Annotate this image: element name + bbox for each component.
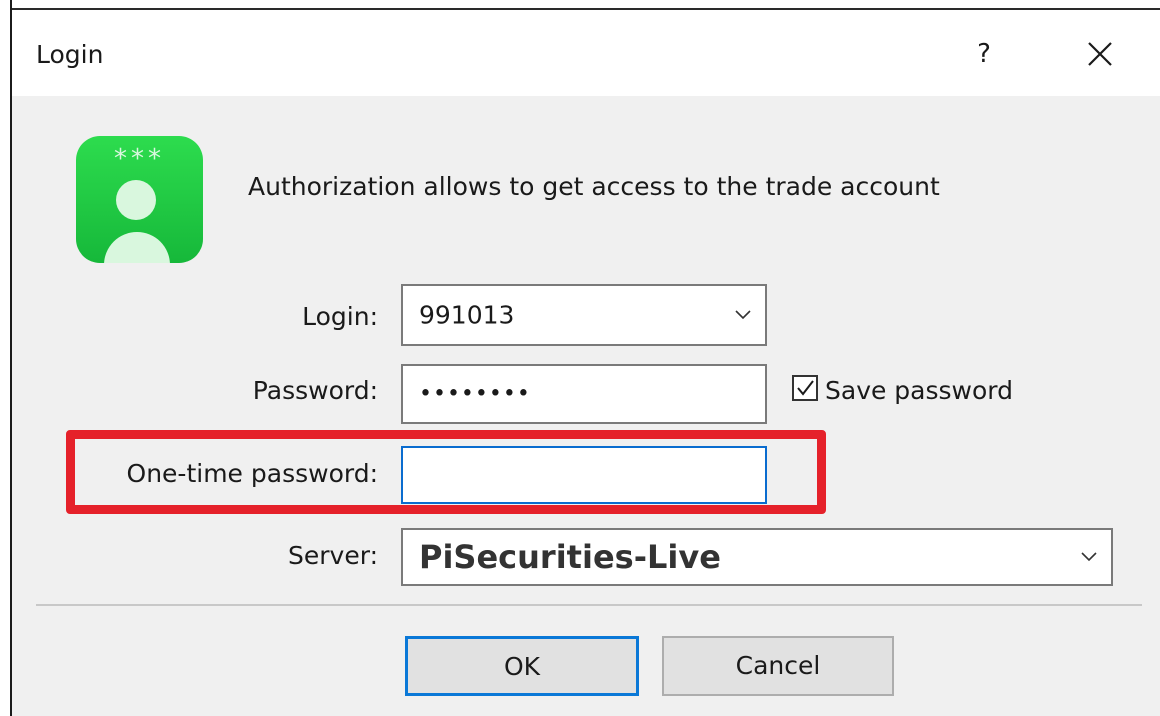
dialog-content: *** Authorization allows to get access t… <box>12 96 1160 716</box>
person-head <box>116 180 156 220</box>
chevron-down-icon <box>735 310 751 320</box>
password-stars-glyph: *** <box>114 144 165 174</box>
help-button[interactable]: ? <box>964 32 1004 76</box>
password-label: Password: <box>252 376 378 405</box>
separator <box>36 604 1142 606</box>
login-dialog: Login ? *** Authorization allows to get … <box>0 0 1160 716</box>
server-label: Server: <box>288 541 378 570</box>
login-combobox[interactable]: 991013 <box>401 284 767 346</box>
server-combobox[interactable]: PiSecurities-Live <box>401 528 1113 586</box>
chevron-down-icon <box>1081 552 1097 562</box>
login-user-icon: *** <box>76 136 203 263</box>
title-bar: Login ? <box>12 10 1160 96</box>
close-button[interactable] <box>1078 32 1122 76</box>
checkmark-icon <box>797 380 814 396</box>
person-body <box>104 232 170 263</box>
password-field[interactable]: •••••••• <box>401 364 767 424</box>
window-title: Login <box>36 40 104 69</box>
save-password-checkbox[interactable] <box>792 375 818 401</box>
otp-highlight-box <box>66 430 826 514</box>
ok-button[interactable]: OK <box>405 636 639 696</box>
login-value: 991013 <box>419 300 515 330</box>
password-value: •••••••• <box>419 381 531 407</box>
authorization-message: Authorization allows to get access to th… <box>248 172 940 201</box>
close-icon <box>1088 42 1112 66</box>
server-value: PiSecurities-Live <box>419 538 721 576</box>
cancel-button[interactable]: Cancel <box>662 636 894 696</box>
save-password-label[interactable]: Save password <box>825 376 1013 405</box>
login-label: Login: <box>302 302 378 331</box>
